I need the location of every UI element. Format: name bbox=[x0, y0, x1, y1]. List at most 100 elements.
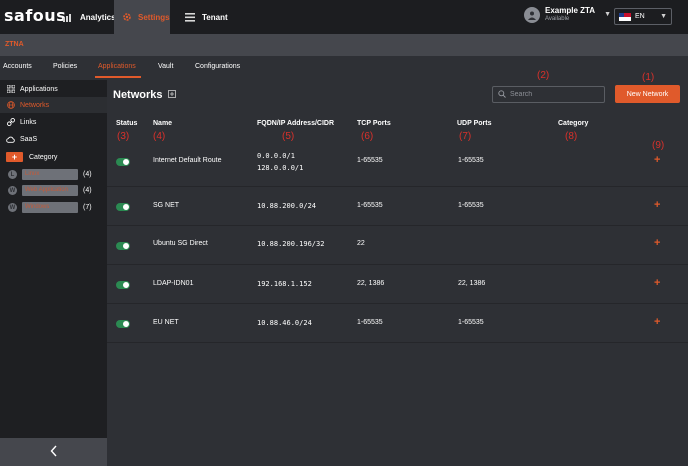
user-menu[interactable]: Example ZTA Available ▼ bbox=[524, 6, 611, 23]
language-select[interactable]: EN ▼ bbox=[614, 8, 672, 25]
nav-tenant-label: Tenant bbox=[202, 12, 228, 22]
section-label: ZTNA bbox=[5, 41, 24, 48]
add-category-plus-icon[interactable]: + bbox=[654, 199, 660, 211]
chevron-left-icon bbox=[50, 445, 58, 459]
avatar bbox=[524, 6, 540, 23]
category-count: (7) bbox=[83, 204, 92, 211]
export-icon[interactable] bbox=[167, 90, 176, 100]
status-toggle[interactable] bbox=[116, 242, 130, 250]
subnav-accounts[interactable]: Accounts bbox=[3, 63, 32, 70]
chevron-down-icon: ▼ bbox=[660, 13, 667, 20]
category-name: Web Application bbox=[22, 185, 78, 196]
network-name: EU NET bbox=[153, 319, 179, 326]
network-fqdn: 192.168.1.152 bbox=[257, 280, 312, 288]
table-row[interactable]: SG NET 10.88.200.0/24 1-65535 1-65535 + bbox=[107, 187, 688, 226]
sidebar-item-label: Links bbox=[20, 118, 37, 126]
annotation-5: (5) bbox=[282, 131, 295, 142]
category-name: Linux bbox=[22, 169, 78, 180]
network-name: SG NET bbox=[153, 202, 180, 209]
column-header-name: Name bbox=[153, 120, 173, 127]
annotation-8: (8) bbox=[565, 131, 578, 142]
annotation-2: (2) bbox=[537, 70, 550, 81]
table-row[interactable]: LDAP-IDN01 192.168.1.152 22, 1386 22, 13… bbox=[107, 265, 688, 304]
list-icon bbox=[184, 11, 196, 23]
sidebar-item-links[interactable]: Links bbox=[0, 114, 107, 130]
status-toggle[interactable] bbox=[116, 281, 130, 289]
add-category-plus-icon[interactable]: + bbox=[654, 237, 660, 249]
annotation-4: (4) bbox=[153, 131, 166, 142]
tcp-ports: 1-65535 bbox=[357, 202, 383, 209]
language-value: EN bbox=[635, 13, 645, 20]
add-category-plus-icon[interactable]: + bbox=[654, 316, 660, 328]
category-count: (4) bbox=[83, 171, 92, 178]
sidebar-item-label: Networks bbox=[20, 101, 50, 109]
add-category-plus-icon[interactable]: + bbox=[654, 154, 660, 166]
category-letter: L bbox=[8, 170, 17, 179]
sub-navigation: Accounts Policies Applications Vault Con… bbox=[0, 56, 688, 78]
tcp-ports: 1-65535 bbox=[357, 157, 383, 164]
page-title: Networks bbox=[113, 89, 176, 101]
category-item-windows[interactable]: W Windows (7) bbox=[8, 202, 92, 213]
add-category-plus-icon[interactable]: + bbox=[654, 277, 660, 289]
subnav-vault[interactable]: Vault bbox=[158, 63, 173, 70]
nav-settings-label: Settings bbox=[138, 12, 170, 22]
tcp-ports: 22 bbox=[357, 240, 365, 247]
status-toggle[interactable] bbox=[116, 320, 130, 328]
network-fqdn: 10.88.200.0/24 bbox=[257, 202, 317, 210]
user-status: Available bbox=[545, 16, 570, 22]
network-fqdn: 10.88.46.0/24 bbox=[257, 319, 312, 327]
category-count: (4) bbox=[83, 187, 92, 194]
category-letter: W bbox=[8, 186, 17, 195]
udp-ports: 1-65535 bbox=[458, 202, 484, 209]
cloud-icon bbox=[6, 135, 15, 144]
top-bar: safous Analytics Settings Tenant Example… bbox=[0, 0, 688, 34]
table-row[interactable]: Internet Default Route 0.0.0.0/1 128.0.0… bbox=[107, 145, 688, 187]
category-item-linux[interactable]: L Linux (4) bbox=[8, 169, 92, 180]
bar-chart-icon bbox=[62, 11, 74, 23]
network-name: Internet Default Route bbox=[153, 157, 222, 164]
new-network-button[interactable]: New Network bbox=[615, 85, 680, 103]
network-fqdn: 0.0.0.0/1 bbox=[257, 152, 295, 160]
category-item-web-application[interactable]: W Web Application (4) bbox=[8, 185, 92, 196]
column-header-status: Status bbox=[116, 120, 138, 127]
chevron-down-icon: ▼ bbox=[604, 11, 612, 18]
sidebar-item-applications[interactable]: Applications bbox=[0, 81, 107, 97]
category-letter: W bbox=[8, 203, 17, 212]
network-fqdn-secondary: 128.0.0.0/1 bbox=[257, 164, 304, 172]
page-title-text: Networks bbox=[113, 89, 163, 101]
sidebar-item-networks[interactable]: Networks bbox=[0, 97, 107, 113]
sidebar-item-saas[interactable]: SaaS bbox=[0, 131, 107, 147]
annotation-6: (6) bbox=[361, 131, 374, 142]
globe-icon bbox=[6, 101, 15, 110]
subnav-policies[interactable]: Policies bbox=[53, 63, 77, 70]
collapse-sidebar-button[interactable] bbox=[0, 438, 107, 466]
search-input[interactable] bbox=[510, 91, 600, 98]
nav-tenant[interactable]: Tenant bbox=[176, 0, 236, 34]
nav-settings[interactable]: Settings bbox=[114, 0, 170, 34]
annotation-7: (7) bbox=[459, 131, 472, 142]
network-name: Ubuntu SG Direct bbox=[153, 240, 208, 247]
search-icon bbox=[498, 89, 506, 100]
subnav-applications[interactable]: Applications bbox=[98, 63, 136, 70]
network-name: LDAP-IDN01 bbox=[153, 280, 194, 287]
sidebar: Applications Networks Links SaaS + Categ… bbox=[0, 80, 107, 466]
status-toggle[interactable] bbox=[116, 203, 130, 211]
add-category-button[interactable]: + bbox=[6, 152, 23, 162]
tcp-ports: 22, 1386 bbox=[357, 280, 385, 287]
table-row[interactable]: Ubuntu SG Direct 10.88.200.196/32 22 + bbox=[107, 226, 688, 265]
search-box[interactable] bbox=[492, 86, 605, 103]
category-header: + Category bbox=[6, 152, 57, 162]
nav-analytics-label: Analytics bbox=[80, 12, 116, 22]
category-name: Windows bbox=[22, 202, 78, 213]
annotation-3: (3) bbox=[117, 131, 130, 142]
subnav-configurations[interactable]: Configurations bbox=[195, 63, 240, 70]
udp-ports: 1-65535 bbox=[458, 319, 484, 326]
annotation-1: (1) bbox=[642, 72, 655, 83]
status-toggle[interactable] bbox=[116, 158, 130, 166]
udp-ports: 1-65535 bbox=[458, 157, 484, 164]
sidebar-item-label: Applications bbox=[20, 85, 58, 93]
us-flag-icon bbox=[619, 12, 631, 21]
column-header-fqdn: FQDN/IP Address/CIDR bbox=[257, 120, 335, 127]
table-row[interactable]: EU NET 10.88.46.0/24 1-65535 1-65535 + bbox=[107, 304, 688, 343]
column-header-tcp: TCP Ports bbox=[357, 120, 391, 127]
